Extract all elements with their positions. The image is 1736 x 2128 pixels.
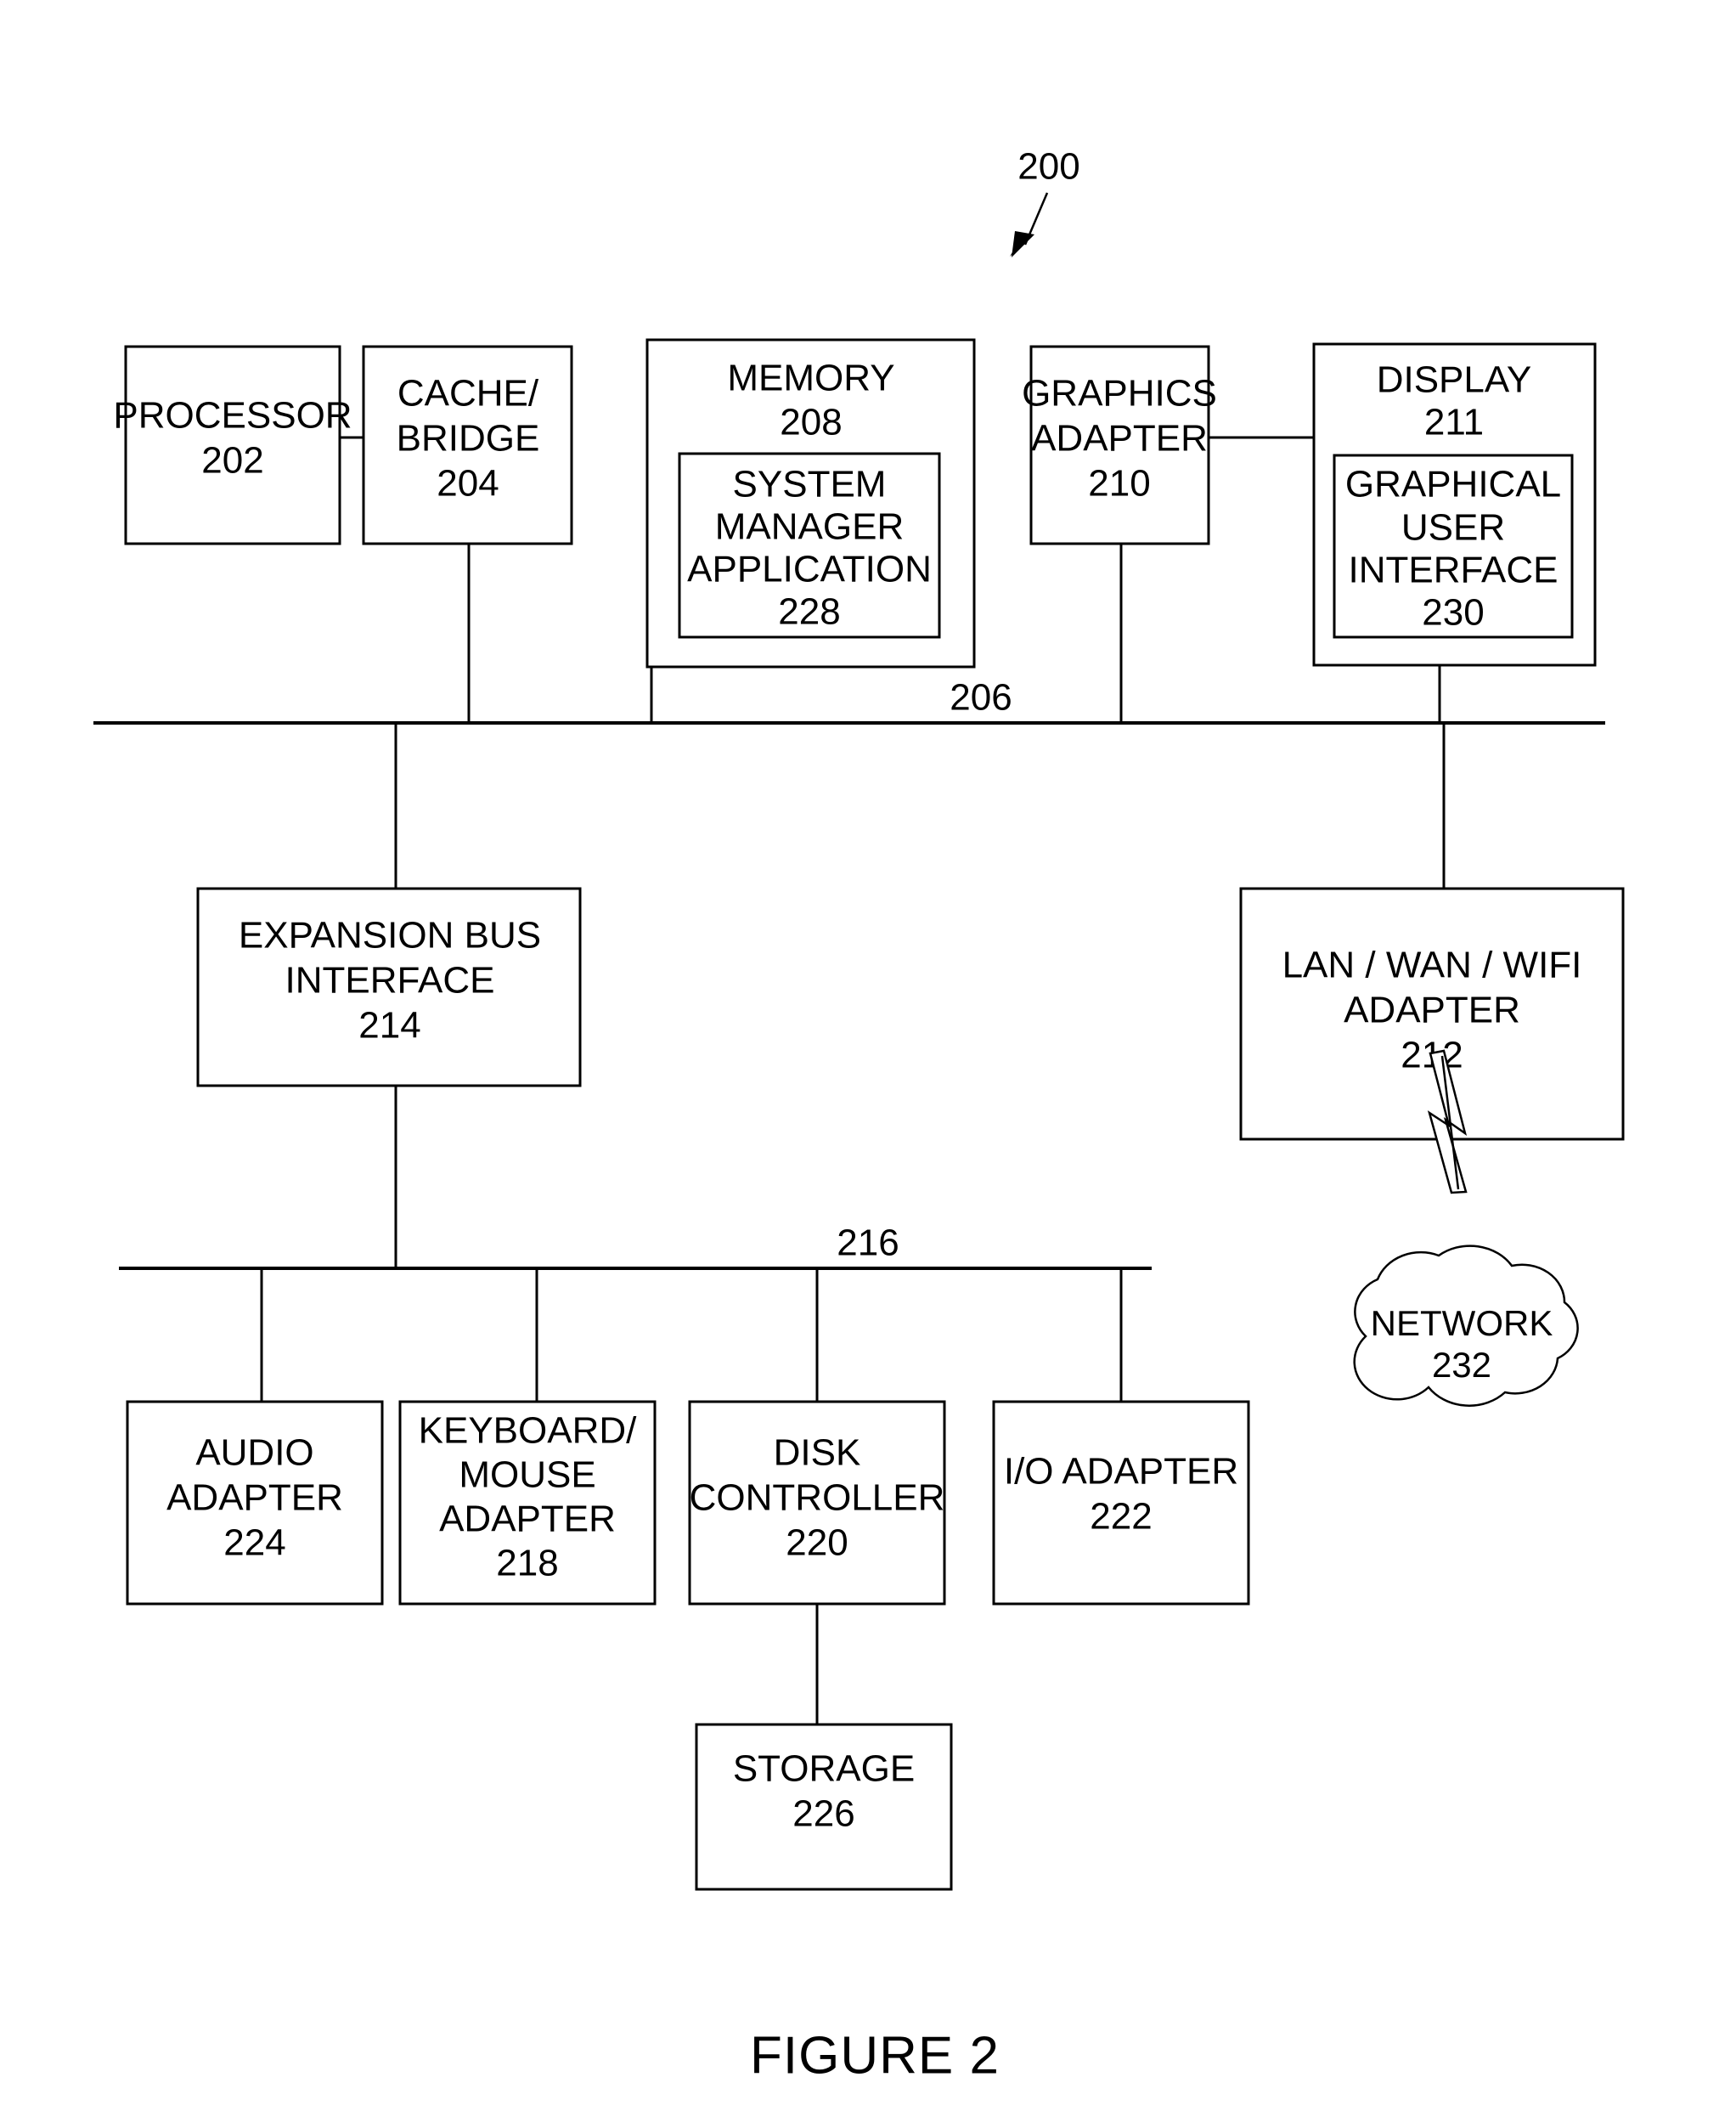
keyboard-mouse-adapter-ref: 218 bbox=[496, 1543, 558, 1584]
disk-controller-line2: CONTROLLER bbox=[690, 1477, 945, 1519]
gui-ref: 230 bbox=[1422, 592, 1484, 634]
audio-adapter-ref: 224 bbox=[223, 1522, 285, 1564]
figure-page: 200 PROCESSOR 202 CACHE/ BRIDGE 204 MEMO… bbox=[0, 0, 1736, 2128]
processor-title: PROCESSOR bbox=[113, 395, 352, 437]
block-graphics-adapter: GRAPHICS ADAPTER 210 bbox=[1022, 345, 1217, 545]
memory-ref: 208 bbox=[780, 402, 842, 443]
graphics-adapter-line2: ADAPTER bbox=[1031, 418, 1208, 460]
cache-bridge-ref: 204 bbox=[437, 463, 499, 505]
system-reference-arrowhead-fill bbox=[1012, 231, 1034, 257]
block-expansion-bus-interface: EXPANSION BUS INTERFACE 214 bbox=[196, 887, 582, 1087]
lan-wan-wifi-adapter-line1: LAN / WAN / WIFI bbox=[1282, 945, 1582, 986]
expansion-bus-ref: 216 bbox=[837, 1222, 899, 1264]
block-audio-adapter: AUDIO ADAPTER 224 bbox=[126, 1400, 384, 1606]
block-storage: STORAGE 226 bbox=[695, 1723, 953, 1891]
cache-bridge-line1: CACHE/ bbox=[397, 373, 539, 415]
io-adapter-ref: 222 bbox=[1090, 1496, 1152, 1538]
processor-ref: 202 bbox=[201, 440, 263, 482]
audio-adapter-line1: AUDIO bbox=[195, 1432, 313, 1474]
expansion-bus-interface-ref: 214 bbox=[358, 1005, 420, 1047]
system-manager-line2: MANAGER bbox=[715, 506, 904, 548]
expansion-bus-interface-line2: INTERFACE bbox=[285, 960, 495, 1002]
gui-line2: USER bbox=[1401, 507, 1505, 549]
graphics-adapter-line1: GRAPHICS bbox=[1022, 373, 1217, 415]
block-system-manager-application: SYSTEM MANAGER APPLICATION 228 bbox=[678, 452, 941, 639]
memory-title: MEMORY bbox=[727, 358, 894, 399]
keyboard-mouse-adapter-line1: KEYBOARD/ bbox=[419, 1410, 638, 1452]
system-reference-label: 200 bbox=[1017, 146, 1079, 188]
system-manager-ref: 228 bbox=[778, 591, 840, 633]
block-diagram: 200 PROCESSOR 202 CACHE/ BRIDGE 204 MEMO… bbox=[93, 146, 1625, 2085]
figure-caption: FIGURE 2 bbox=[750, 2026, 1000, 2085]
block-keyboard-mouse-adapter: KEYBOARD/ MOUSE ADAPTER 218 bbox=[398, 1400, 657, 1606]
lan-wan-wifi-adapter-line2: ADAPTER bbox=[1344, 990, 1520, 1031]
system-reference-callout: 200 bbox=[1010, 146, 1080, 257]
keyboard-mouse-adapter-line3: ADAPTER bbox=[439, 1499, 616, 1540]
block-display: DISPLAY 211 GRAPHICAL USER INTERFACE 230 bbox=[1312, 342, 1597, 667]
cache-bridge-line2: BRIDGE bbox=[397, 418, 540, 460]
io-adapter-title: I/O ADAPTER bbox=[1004, 1451, 1238, 1493]
block-cache-bridge: CACHE/ BRIDGE 204 bbox=[362, 345, 573, 545]
block-memory: MEMORY 208 SYSTEM MANAGER APPLICATION 22… bbox=[645, 338, 976, 669]
block-disk-controller: DISK CONTROLLER 220 bbox=[688, 1400, 946, 1606]
block-io-adapter: I/O ADAPTER 222 bbox=[992, 1400, 1250, 1606]
network-title: NETWORK bbox=[1371, 1303, 1553, 1343]
block-lan-wan-wifi-adapter: LAN / WAN / WIFI ADAPTER 212 bbox=[1239, 887, 1625, 1141]
system-bus-ref: 206 bbox=[950, 677, 1012, 719]
keyboard-mouse-adapter-line2: MOUSE bbox=[459, 1454, 595, 1496]
audio-adapter-line2: ADAPTER bbox=[166, 1477, 343, 1519]
storage-ref: 226 bbox=[792, 1793, 854, 1835]
block-network-cloud: NETWORK 232 bbox=[1353, 1245, 1579, 1407]
gui-line1: GRAPHICAL bbox=[1345, 464, 1561, 505]
system-bus-206: 206 bbox=[93, 677, 1605, 725]
storage-title: STORAGE bbox=[733, 1748, 915, 1790]
expansion-bus-interface-line1: EXPANSION BUS bbox=[239, 915, 541, 957]
block-graphical-user-interface: GRAPHICAL USER INTERFACE 230 bbox=[1333, 454, 1574, 639]
disk-controller-line1: DISK bbox=[774, 1432, 861, 1474]
system-manager-line3: APPLICATION bbox=[687, 549, 932, 590]
system-manager-line1: SYSTEM bbox=[733, 464, 887, 505]
network-ref: 232 bbox=[1432, 1345, 1491, 1385]
display-ref: 211 bbox=[1424, 402, 1484, 443]
block-processor: PROCESSOR 202 bbox=[113, 345, 352, 545]
gui-line3: INTERFACE bbox=[1349, 550, 1558, 591]
graphics-adapter-ref: 210 bbox=[1088, 463, 1150, 505]
disk-controller-ref: 220 bbox=[786, 1522, 848, 1564]
expansion-bus-216: 216 bbox=[119, 1222, 1152, 1270]
display-title: DISPLAY bbox=[1377, 359, 1532, 401]
